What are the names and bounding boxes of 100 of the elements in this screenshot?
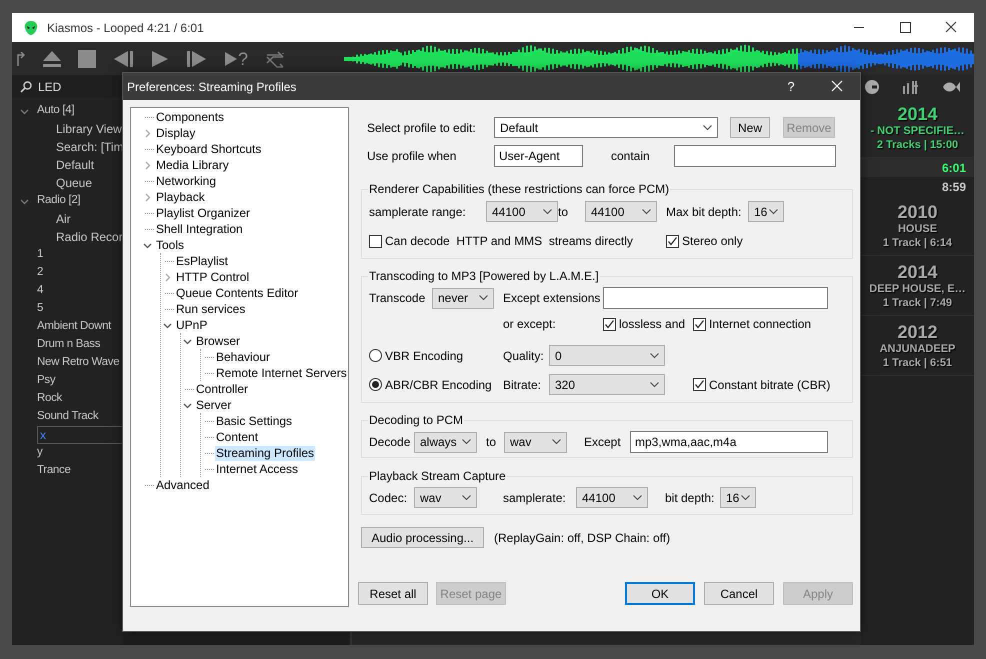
- waveform-drawing[interactable]: [344, 42, 974, 74]
- tree-item[interactable]: Content: [215, 430, 260, 444]
- dropdown[interactable]: 0: [549, 345, 665, 366]
- tree-item[interactable]: Keyboard Shortcuts: [155, 142, 262, 156]
- playlist-item[interactable]: Air: [56, 210, 71, 228]
- playlist-item[interactable]: 1: [37, 246, 44, 264]
- field-label: Bitrate:: [503, 376, 542, 394]
- dropdown[interactable]: 16: [720, 487, 756, 508]
- checkbox[interactable]: [603, 318, 616, 330]
- playlist-item[interactable]: 4: [37, 282, 44, 300]
- dropdown[interactable]: 44100: [585, 201, 657, 222]
- group-title: Renderer Capabilities (these restrictions can force PCM): [368, 181, 670, 198]
- playlist-item[interactable]: Drum n Bass: [37, 336, 100, 354]
- group-title: Decoding to PCM: [368, 412, 464, 429]
- random-play-button[interactable]: ?: [224, 50, 248, 68]
- tree-item[interactable]: Browser: [195, 334, 242, 348]
- playlist-item[interactable]: Library View: [56, 120, 122, 138]
- tree-item[interactable]: Behaviour: [215, 350, 272, 364]
- audio-processing-button[interactable]: Audio processing...: [361, 527, 484, 548]
- chevron-down-icon[interactable]: [163, 320, 172, 330]
- tree-item[interactable]: Components: [155, 110, 226, 124]
- tree-item[interactable]: Tools: [155, 238, 186, 252]
- playlist-item[interactable]: Psy: [37, 372, 56, 390]
- previous-icon[interactable]: [112, 50, 134, 68]
- tree-item[interactable]: Playback: [155, 190, 206, 204]
- tree-item[interactable]: Server: [195, 398, 232, 412]
- corner-arrow-icon[interactable]: [16, 52, 26, 66]
- dropdown[interactable]: always: [414, 432, 477, 452]
- playlist-item[interactable]: 2: [37, 264, 44, 282]
- playlist-item[interactable]: Queue: [56, 174, 92, 192]
- playlist-item[interactable]: Radio Recor: [56, 228, 123, 246]
- playlist-item[interactable]: 5: [37, 300, 44, 318]
- dropdown[interactable]: wav: [504, 432, 567, 452]
- field-label: Decode: [369, 434, 412, 451]
- tree-item[interactable]: Streaming Profiles: [215, 446, 316, 460]
- text-field[interactable]: User-Agent: [494, 145, 583, 167]
- fish-icon[interactable]: [942, 80, 960, 92]
- checkbox[interactable]: [693, 378, 706, 391]
- checkbox[interactable]: [693, 318, 706, 330]
- checkbox[interactable]: [369, 234, 382, 248]
- dropdown[interactable]: wav: [414, 487, 477, 508]
- playlist-item[interactable]: Rock: [37, 390, 62, 408]
- playlist-item[interactable]: Trance: [37, 462, 71, 480]
- help-button[interactable]: ?: [768, 73, 814, 100]
- chevron-down-icon[interactable]: [143, 240, 152, 250]
- playlist-item[interactable]: Ambient Downt: [37, 318, 112, 336]
- tree-item[interactable]: EsPlaylist: [175, 254, 230, 268]
- text-field[interactable]: [674, 145, 836, 167]
- radio-button[interactable]: [369, 378, 382, 391]
- field-label: Max bit depth:: [666, 204, 742, 220]
- playlist-item[interactable]: Sound Track: [37, 408, 98, 426]
- tree-item[interactable]: Basic Settings: [215, 414, 294, 428]
- dropdown[interactable]: Default: [494, 117, 718, 138]
- playlist-item[interactable]: Radio [2]: [37, 192, 80, 210]
- tree-item[interactable]: Advanced: [155, 478, 210, 492]
- playlist-item[interactable]: New Retro Wave: [37, 354, 120, 372]
- rename-field[interactable]: x: [37, 426, 125, 444]
- tree-item[interactable]: Media Library: [155, 158, 230, 172]
- tree-item[interactable]: HTTP Control: [175, 270, 250, 284]
- dialog-button[interactable]: Reset all: [358, 582, 428, 605]
- chevron-down-icon[interactable]: [20, 106, 29, 116]
- dropdown[interactable]: 44100: [576, 487, 648, 508]
- chevron-down-icon[interactable]: [183, 400, 192, 410]
- chevron-down-icon[interactable]: [20, 196, 29, 206]
- search-field[interactable]: LED: [12, 75, 122, 98]
- play-icon[interactable]: [150, 50, 170, 68]
- playlist-item[interactable]: y: [37, 444, 42, 462]
- next-icon[interactable]: [186, 50, 208, 68]
- stop-icon[interactable]: [78, 50, 96, 68]
- track-row[interactable]: 8:59: [861, 177, 974, 196]
- dialog-button[interactable]: OK: [625, 582, 695, 605]
- eject-icon[interactable]: [42, 50, 62, 68]
- dropdown[interactable]: 320: [549, 374, 665, 395]
- playlist-item[interactable]: Default: [56, 156, 94, 174]
- album-tracks: 2 Tracks | 15:00: [876, 138, 958, 152]
- album-group[interactable]: 2014 - NOT SPECIFIE… 2 Tracks | 15:00: [861, 98, 974, 158]
- tree-item[interactable]: Remote Internet Servers: [215, 366, 348, 380]
- playlist-item[interactable]: Auto [4]: [37, 102, 74, 120]
- tree-item[interactable]: Internet Access: [215, 462, 300, 476]
- tree-item[interactable]: Controller: [195, 382, 250, 396]
- tree-item[interactable]: Queue Contents Editor: [175, 286, 300, 300]
- tree-item[interactable]: Playlist Organizer: [155, 206, 252, 220]
- checkbox[interactable]: [666, 234, 679, 248]
- dialog-button[interactable]: Cancel: [704, 582, 774, 605]
- dropdown[interactable]: never: [432, 288, 494, 308]
- radio-button[interactable]: [369, 349, 382, 362]
- profile-button[interactable]: New: [730, 117, 770, 138]
- text-field[interactable]: [603, 287, 828, 309]
- dropdown[interactable]: 44100: [486, 201, 558, 222]
- track-row[interactable]: 6:01: [861, 158, 974, 177]
- tree-item[interactable]: Networking: [155, 174, 218, 188]
- chevron-down-icon[interactable]: [183, 336, 192, 346]
- field-label: Except: [584, 434, 622, 451]
- text-field[interactable]: mp3,wma,aac,m4a: [630, 431, 828, 453]
- tree-item[interactable]: UPnP: [175, 318, 208, 332]
- tree-item[interactable]: Display: [155, 126, 196, 140]
- dropdown[interactable]: 16: [748, 201, 784, 222]
- tree-item[interactable]: Shell Integration: [155, 222, 244, 236]
- tree-item[interactable]: Run services: [175, 302, 246, 316]
- bars-icon[interactable]: [902, 80, 920, 94]
